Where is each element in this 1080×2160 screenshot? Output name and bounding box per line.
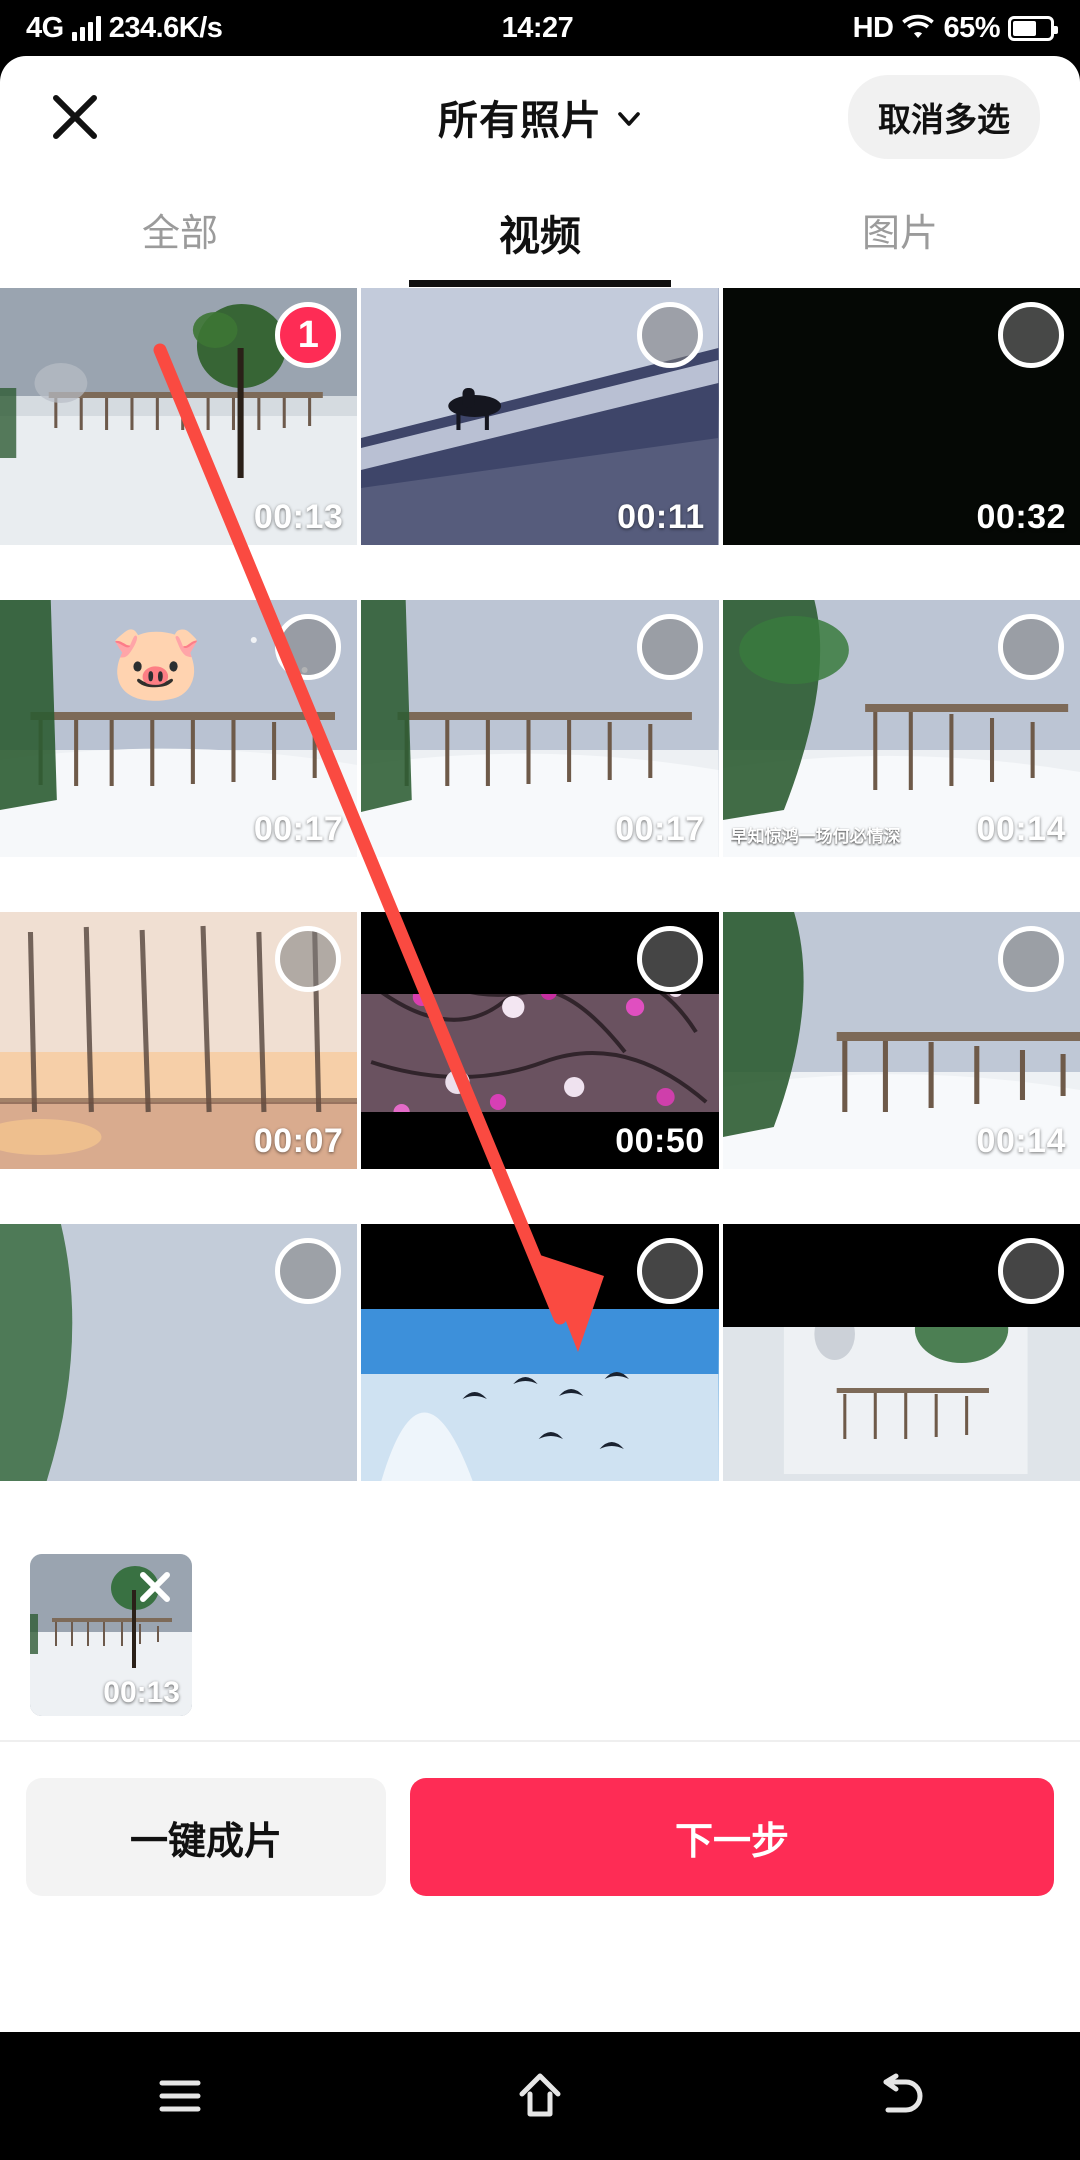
media-cell[interactable]: 00:07 xyxy=(0,912,358,1169)
video-caption-overlay: 早知惊鸿一场何必情深 xyxy=(730,827,901,846)
selection-circle[interactable] xyxy=(998,1238,1064,1304)
home-icon xyxy=(519,2073,561,2117)
duration-label: 00:07 xyxy=(253,1122,344,1160)
media-cell[interactable] xyxy=(722,1224,1080,1481)
selection-circle[interactable] xyxy=(998,614,1064,680)
tab-video-indicator xyxy=(409,280,671,287)
tab-image-label: 图片 xyxy=(861,213,938,255)
close-icon xyxy=(140,1572,170,1602)
home-button[interactable] xyxy=(485,2056,595,2136)
selection-circle[interactable] xyxy=(275,926,342,992)
duration-label: 00:14 xyxy=(976,810,1066,848)
tab-video-label: 视频 xyxy=(499,213,581,259)
selected-items-tray: 00:13 xyxy=(0,1532,1080,1742)
app-root: 4G 234.6K/s 14:27 HD 65% 所有照片 取消多选 全部 视频… xyxy=(0,0,1080,2160)
android-nav-bar xyxy=(0,2032,1080,2160)
chevron-down-icon xyxy=(616,106,642,132)
media-cell[interactable] xyxy=(361,1224,719,1481)
menu-icon xyxy=(159,2080,201,2112)
selection-circle[interactable] xyxy=(275,614,342,680)
next-step-button[interactable]: 下一步 xyxy=(410,1778,1054,1896)
media-cell[interactable]: 00:32 xyxy=(722,288,1080,545)
media-type-tabs: 全部 视频 图片 xyxy=(0,178,1080,288)
clock-label: 14:27 xyxy=(501,11,574,44)
selected-tray-item[interactable]: 00:13 xyxy=(30,1554,192,1716)
tab-image[interactable]: 图片 xyxy=(720,202,1080,282)
page-title: 所有照片 xyxy=(438,99,602,143)
cancel-multiselect-button[interactable]: 取消多选 xyxy=(848,75,1040,159)
hd-label: HD xyxy=(852,11,894,44)
close-icon xyxy=(53,95,97,139)
status-bar-left: 4G 234.6K/s xyxy=(26,11,223,44)
back-button[interactable] xyxy=(845,2056,955,2136)
duration-label: 00:11 xyxy=(617,498,705,536)
selection-badge[interactable]: 1 xyxy=(275,302,342,368)
duration-label: 00:17 xyxy=(615,810,705,848)
duration-label: 00:13 xyxy=(253,498,344,536)
media-cell[interactable]: 00:50 xyxy=(361,912,719,1169)
media-cell[interactable]: 00:11 xyxy=(361,288,719,545)
media-cell[interactable]: 1 00:13 xyxy=(0,288,358,545)
close-button[interactable] xyxy=(40,82,110,152)
duration-label: 00:17 xyxy=(253,810,344,848)
status-bar-right: HD 65% xyxy=(852,11,1058,44)
back-icon xyxy=(883,2073,923,2113)
selection-circle[interactable] xyxy=(275,1238,342,1304)
remove-selected-button[interactable] xyxy=(130,1562,180,1612)
picker-sheet: 所有照片 取消多选 全部 视频 图片 1 00:13 00:11 00:32 🐷… xyxy=(0,56,1080,2032)
network-speed-label: 234.6K/s xyxy=(108,11,223,44)
tab-all-label: 全部 xyxy=(141,213,218,255)
media-cell[interactable] xyxy=(0,1224,358,1481)
battery-icon xyxy=(1008,15,1058,41)
pig-sticker-icon: 🐷 xyxy=(110,621,203,704)
one-click-movie-button[interactable]: 一键成片 xyxy=(26,1778,386,1896)
selection-circle[interactable] xyxy=(636,302,703,368)
media-cell[interactable]: 早知惊鸿一场何必情深 00:14 xyxy=(722,600,1080,857)
tab-all[interactable]: 全部 xyxy=(0,202,360,282)
media-grid: 1 00:13 00:11 00:32 🐷 00:17 00:17 早知惊鸿一场… xyxy=(0,288,1080,1532)
selection-circle[interactable] xyxy=(636,614,703,680)
wifi-icon xyxy=(901,13,935,44)
network-type-label: 4G xyxy=(26,11,64,44)
media-cell[interactable]: 00:14 xyxy=(722,912,1080,1169)
tab-image-indicator xyxy=(855,275,945,282)
tab-video[interactable]: 视频 xyxy=(360,202,720,287)
battery-percent-label: 65% xyxy=(943,11,1000,44)
selection-circle[interactable] xyxy=(636,926,703,992)
media-cell[interactable]: 00:17 xyxy=(361,600,719,857)
duration-label: 00:50 xyxy=(615,1122,705,1160)
recent-apps-button[interactable] xyxy=(125,2056,235,2136)
duration-label: 00:14 xyxy=(976,1122,1066,1160)
status-bar: 4G 234.6K/s 14:27 HD 65% xyxy=(0,0,1080,56)
selection-circle[interactable] xyxy=(998,302,1064,368)
selection-circle[interactable] xyxy=(636,1238,703,1304)
picker-header: 所有照片 取消多选 xyxy=(0,56,1080,178)
duration-label: 00:32 xyxy=(976,498,1066,536)
signal-bars-icon xyxy=(71,15,101,41)
tray-duration-label: 00:13 xyxy=(103,1676,180,1709)
bottom-action-bar: 一键成片 下一步 xyxy=(0,1742,1080,1932)
media-cell[interactable]: 🐷 00:17 xyxy=(0,600,358,857)
tab-all-indicator xyxy=(135,275,225,282)
selection-circle[interactable] xyxy=(998,926,1064,992)
